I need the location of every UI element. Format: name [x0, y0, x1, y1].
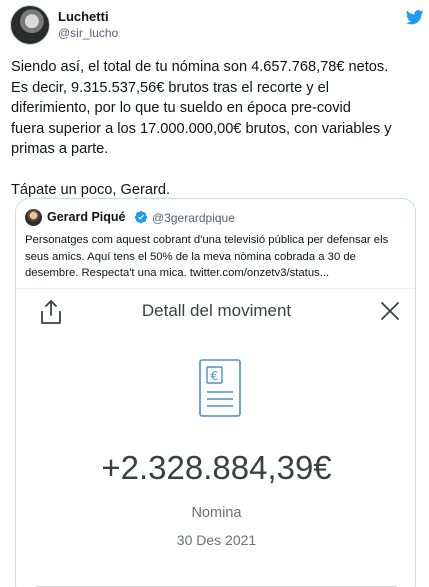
euro-symbol: €: [211, 369, 219, 383]
transaction-concept: Nomina: [191, 505, 242, 521]
tweet-line: fuera superior a los 17.000.000,00€ brut…: [11, 120, 392, 137]
receipt-screenshot[interactable]: Detall del moviment € +2.328.884,39€ Nom…: [16, 288, 415, 587]
author-name[interactable]: Luchetti: [58, 9, 109, 24]
author-avatar[interactable]: [10, 5, 50, 45]
quoted-author-name[interactable]: Gerard Piqué: [47, 210, 126, 224]
verified-badge-icon: [134, 211, 148, 224]
tweet-line: Es decir, 9.315.537,56€ brutos tras el r…: [11, 79, 329, 96]
screen-title: Detall del moviment: [141, 301, 292, 320]
quoted-line[interactable]: desembre. Respecta't una mica. twitter.c…: [25, 265, 411, 282]
receipt-icon: €: [199, 359, 241, 417]
tweet-card: Luchetti @sir_lucho Siendo así, el total…: [0, 0, 429, 587]
quoted-author-avatar[interactable]: [25, 209, 42, 226]
tweet-text: Siendo así, el total de tu nómina son 4.…: [11, 57, 423, 201]
tweet-line: diferimiento, por lo que tu sueldo en ép…: [11, 100, 351, 116]
quoted-line: seus amics. Aquí tens el 50% de la meva …: [25, 250, 356, 263]
quoted-tweet-text: Personatges com aquest cobrant d'una tel…: [25, 232, 411, 282]
transaction-date: 30 Des 2021: [176, 532, 257, 548]
twitter-bird-icon[interactable]: [406, 10, 424, 25]
quoted-line: Personatges com aquest cobrant d'una tel…: [25, 234, 389, 246]
tweet-line: Siendo así, el total de tu nómina son 4.…: [11, 59, 389, 75]
quoted-author-handle[interactable]: @3gerardpique: [152, 211, 235, 225]
close-icon: [381, 302, 399, 320]
transaction-amount: +2.328.884,39€: [101, 449, 332, 486]
author-handle[interactable]: @sir_lucho: [58, 26, 118, 40]
tweet-line: primas a parte.: [11, 141, 109, 157]
quoted-tweet[interactable]: Gerard Piqué @3gerardpique Personatges c…: [15, 198, 416, 587]
